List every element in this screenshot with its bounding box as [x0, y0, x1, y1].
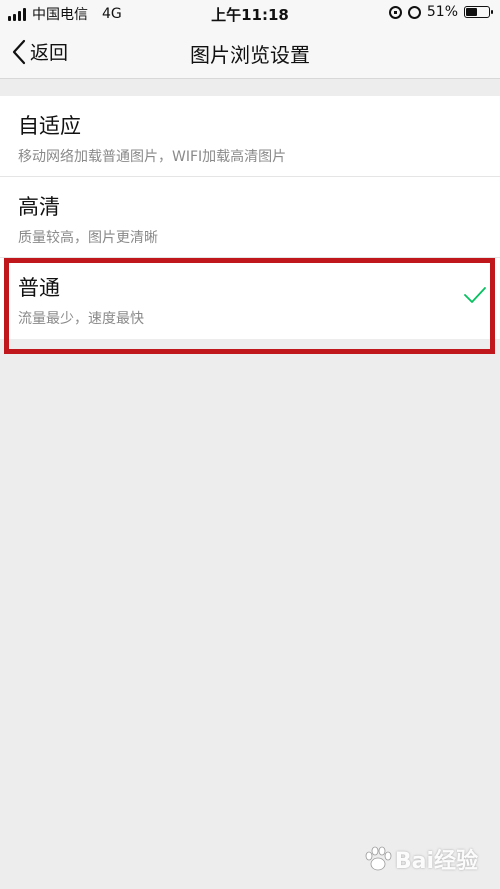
status-right: 51%	[388, 4, 493, 20]
status-bar: 中国电信 4G 上午11:18 51%	[0, 0, 500, 26]
option-title: 普通	[18, 276, 60, 300]
option-adaptive[interactable]: 自适应 移动网络加载普通图片，WIFI加载高清图片	[0, 96, 500, 177]
option-normal[interactable]: 普通 流量最少，速度最快	[0, 258, 500, 339]
option-hd[interactable]: 高清 质量较高，图片更清晰	[0, 177, 500, 258]
watermark: Bai经验	[363, 843, 478, 875]
option-title: 自适应	[18, 114, 81, 138]
rotation-lock-icon	[388, 5, 402, 19]
watermark-text: Bai经验	[394, 849, 478, 874]
highlight-inner-gap	[9, 341, 490, 350]
paw-logo-icon	[365, 846, 392, 871]
option-subtitle: 移动网络加载普通图片，WIFI加载高清图片	[18, 149, 287, 165]
battery-percent: 51%	[426, 4, 458, 20]
option-subtitle: 流量最少，速度最快	[18, 311, 144, 327]
battery-fill	[466, 8, 478, 16]
option-subtitle: 质量较高，图片更清晰	[18, 230, 158, 246]
battery-icon	[464, 6, 493, 18]
option-title: 高清	[18, 195, 60, 219]
checkmark-icon	[464, 287, 486, 303]
page-title: 图片浏览设置	[190, 43, 310, 67]
alarm-icon	[407, 5, 421, 19]
image-quality-options: 自适应 移动网络加载普通图片，WIFI加载高清图片 高清 质量较高，图片更清晰 …	[0, 96, 500, 339]
screen: 中国电信 4G 上午11:18 51% 返回 图片浏览设置 自适应 移动网络加载…	[0, 0, 500, 889]
nav-bar: 返回 图片浏览设置	[0, 26, 500, 79]
